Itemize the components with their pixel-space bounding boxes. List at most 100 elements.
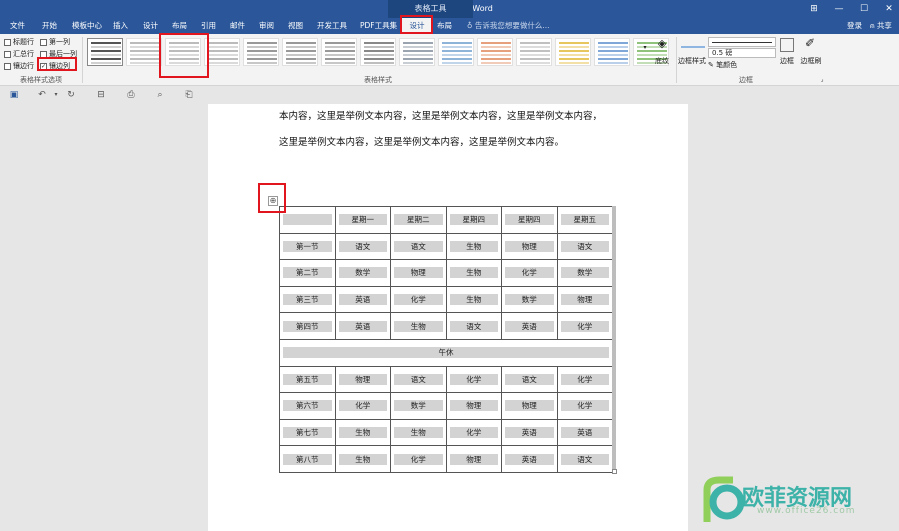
save-icon[interactable]: ▣ bbox=[8, 89, 20, 101]
table-cell[interactable]: 星期四 bbox=[445, 206, 502, 234]
table-cell[interactable]: 第八节 bbox=[279, 445, 336, 473]
table-cell[interactable]: 化学 bbox=[556, 392, 613, 420]
table-cell[interactable]: 化学 bbox=[390, 445, 447, 473]
close-button[interactable]: ✕ bbox=[876, 0, 899, 18]
table-cell[interactable]: 语文 bbox=[556, 445, 613, 473]
table-cell[interactable]: 物理 bbox=[556, 285, 613, 314]
table-cell[interactable]: 数学 bbox=[501, 285, 558, 314]
maximize-button[interactable]: ☐ bbox=[851, 0, 877, 18]
table-cell[interactable]: 生物 bbox=[445, 259, 502, 287]
table-cell[interactable]: 第五节 bbox=[279, 365, 336, 394]
table-cell[interactable]: 物理 bbox=[501, 232, 558, 261]
table-cell[interactable]: 生物 bbox=[445, 232, 502, 261]
table-cell[interactable]: 化学 bbox=[501, 259, 558, 287]
border-styles-button[interactable]: 边框样式 bbox=[676, 56, 708, 66]
tab-mailings[interactable]: 邮件 bbox=[230, 18, 245, 34]
share-button[interactable]: ⍝ 共享 bbox=[870, 18, 892, 34]
table-cell[interactable]: 化学 bbox=[445, 418, 502, 447]
table-cell[interactable]: 第一节 bbox=[279, 232, 336, 261]
table-style-thumbnail[interactable] bbox=[204, 38, 240, 66]
table-style-thumbnail[interactable] bbox=[516, 38, 552, 66]
print-preview-icon[interactable]: ⌕ bbox=[154, 89, 166, 101]
table-style-thumbnail[interactable] bbox=[282, 38, 318, 66]
table-style-thumbnail[interactable] bbox=[594, 38, 630, 66]
table-style-thumbnail[interactable] bbox=[438, 38, 474, 66]
shading-button[interactable]: 底纹 bbox=[651, 56, 673, 66]
table-cell[interactable]: 化学 bbox=[556, 312, 613, 340]
table-cell[interactable]: 星期五 bbox=[556, 206, 613, 234]
option-header-row[interactable]: 标题行 bbox=[4, 37, 34, 47]
table-cell[interactable]: 生物 bbox=[390, 418, 447, 447]
table-cell[interactable]: 语文 bbox=[334, 232, 391, 261]
table-cell[interactable]: 第六节 bbox=[279, 392, 336, 420]
table-cell[interactable]: 数学 bbox=[390, 392, 447, 420]
line-style-select[interactable] bbox=[708, 37, 776, 47]
tab-pdf-tools[interactable]: PDF工具集 bbox=[360, 18, 397, 34]
borders-grid-icon[interactable] bbox=[780, 38, 794, 52]
tab-home[interactable]: 开始 bbox=[42, 18, 57, 34]
table-style-thumbnail[interactable] bbox=[399, 38, 435, 66]
tab-layout[interactable]: 布局 bbox=[172, 18, 187, 34]
table-cell[interactable]: 英语 bbox=[556, 418, 613, 447]
table-style-thumbnail[interactable] bbox=[321, 38, 357, 66]
table-cell[interactable]: 物理 bbox=[501, 392, 558, 420]
table-cell[interactable]: 生物 bbox=[390, 312, 447, 340]
table-cell[interactable]: 生物 bbox=[334, 418, 391, 447]
table-cell[interactable]: 语文 bbox=[445, 312, 502, 340]
table-style-thumbnail[interactable] bbox=[126, 38, 162, 66]
undo-icon[interactable]: ↶ bbox=[36, 89, 48, 101]
table-style-thumbnail[interactable] bbox=[360, 38, 396, 66]
dialog-launcher-icon[interactable]: ⌟ bbox=[818, 76, 826, 83]
table-style-thumbnail[interactable] bbox=[243, 38, 279, 66]
table-cell[interactable]: 第二节 bbox=[279, 259, 336, 287]
table-cell[interactable]: 第七节 bbox=[279, 418, 336, 447]
table-cell[interactable]: 语文 bbox=[390, 365, 447, 394]
table-cell[interactable]: 语文 bbox=[390, 232, 447, 261]
table-cell[interactable]: 星期一 bbox=[334, 206, 391, 234]
print-icon[interactable]: ⎙ bbox=[125, 89, 137, 101]
lunch-break-cell[interactable]: 午休 bbox=[279, 338, 613, 367]
table-resize-handle[interactable] bbox=[612, 469, 617, 474]
border-painter-button[interactable]: 边框刷 bbox=[798, 56, 824, 66]
table-cell[interactable]: 数学 bbox=[556, 259, 613, 287]
borders-button[interactable]: 边框 bbox=[776, 56, 798, 66]
sign-in-link[interactable]: 登录 bbox=[847, 18, 862, 34]
border-painter-icon[interactable]: ✐ bbox=[802, 36, 818, 50]
table-cell[interactable]: 英语 bbox=[334, 312, 391, 340]
table-cell[interactable]: 物理 bbox=[445, 392, 502, 420]
pen-color-button[interactable]: ✎ 笔颜色 bbox=[708, 60, 776, 70]
table-cell[interactable]: 化学 bbox=[445, 365, 502, 394]
table-cell[interactable]: 物理 bbox=[334, 365, 391, 394]
tab-references[interactable]: 引用 bbox=[201, 18, 216, 34]
table-cell[interactable]: 英语 bbox=[501, 312, 558, 340]
table-cell[interactable]: 物理 bbox=[445, 445, 502, 473]
table-cell[interactable]: 化学 bbox=[334, 392, 391, 420]
table-style-thumbnail[interactable] bbox=[555, 38, 591, 66]
table-cell[interactable]: 化学 bbox=[390, 285, 447, 314]
redo-icon[interactable]: ↻ bbox=[65, 89, 77, 101]
ribbon-display-icon[interactable]: ⊞ bbox=[801, 0, 827, 18]
clipboard-icon[interactable]: ⎗ bbox=[183, 89, 195, 101]
table-cell[interactable]: 语文 bbox=[556, 232, 613, 261]
table-cell[interactable]: 语文 bbox=[501, 365, 558, 394]
border-styles-icon[interactable] bbox=[681, 40, 705, 48]
tab-view[interactable]: 视图 bbox=[288, 18, 303, 34]
tab-review[interactable]: 审阅 bbox=[259, 18, 274, 34]
tab-developer[interactable]: 开发工具 bbox=[317, 18, 347, 34]
tab-table-layout[interactable]: 布局 bbox=[437, 18, 452, 34]
table-cell[interactable]: 第四节 bbox=[279, 312, 336, 340]
table-style-thumbnail[interactable] bbox=[477, 38, 513, 66]
undo-dropdown-icon[interactable]: ▾ bbox=[50, 89, 62, 101]
reading-mode-icon[interactable]: ⊟ bbox=[95, 89, 107, 101]
option-total-row[interactable]: 汇总行 bbox=[4, 49, 34, 59]
tab-design[interactable]: 设计 bbox=[143, 18, 158, 34]
option-first-column[interactable]: 第一列 bbox=[40, 37, 70, 47]
option-banded-rows[interactable]: 镶边行 bbox=[4, 61, 34, 71]
table-cell[interactable]: 星期四 bbox=[501, 206, 558, 234]
table-cell[interactable] bbox=[279, 206, 336, 234]
table-cell[interactable]: 星期二 bbox=[390, 206, 447, 234]
minimize-button[interactable]: — bbox=[826, 0, 852, 18]
table-cell[interactable]: 第三节 bbox=[279, 285, 336, 314]
table-style-thumbnail[interactable] bbox=[87, 38, 123, 66]
table-cell[interactable]: 生物 bbox=[334, 445, 391, 473]
